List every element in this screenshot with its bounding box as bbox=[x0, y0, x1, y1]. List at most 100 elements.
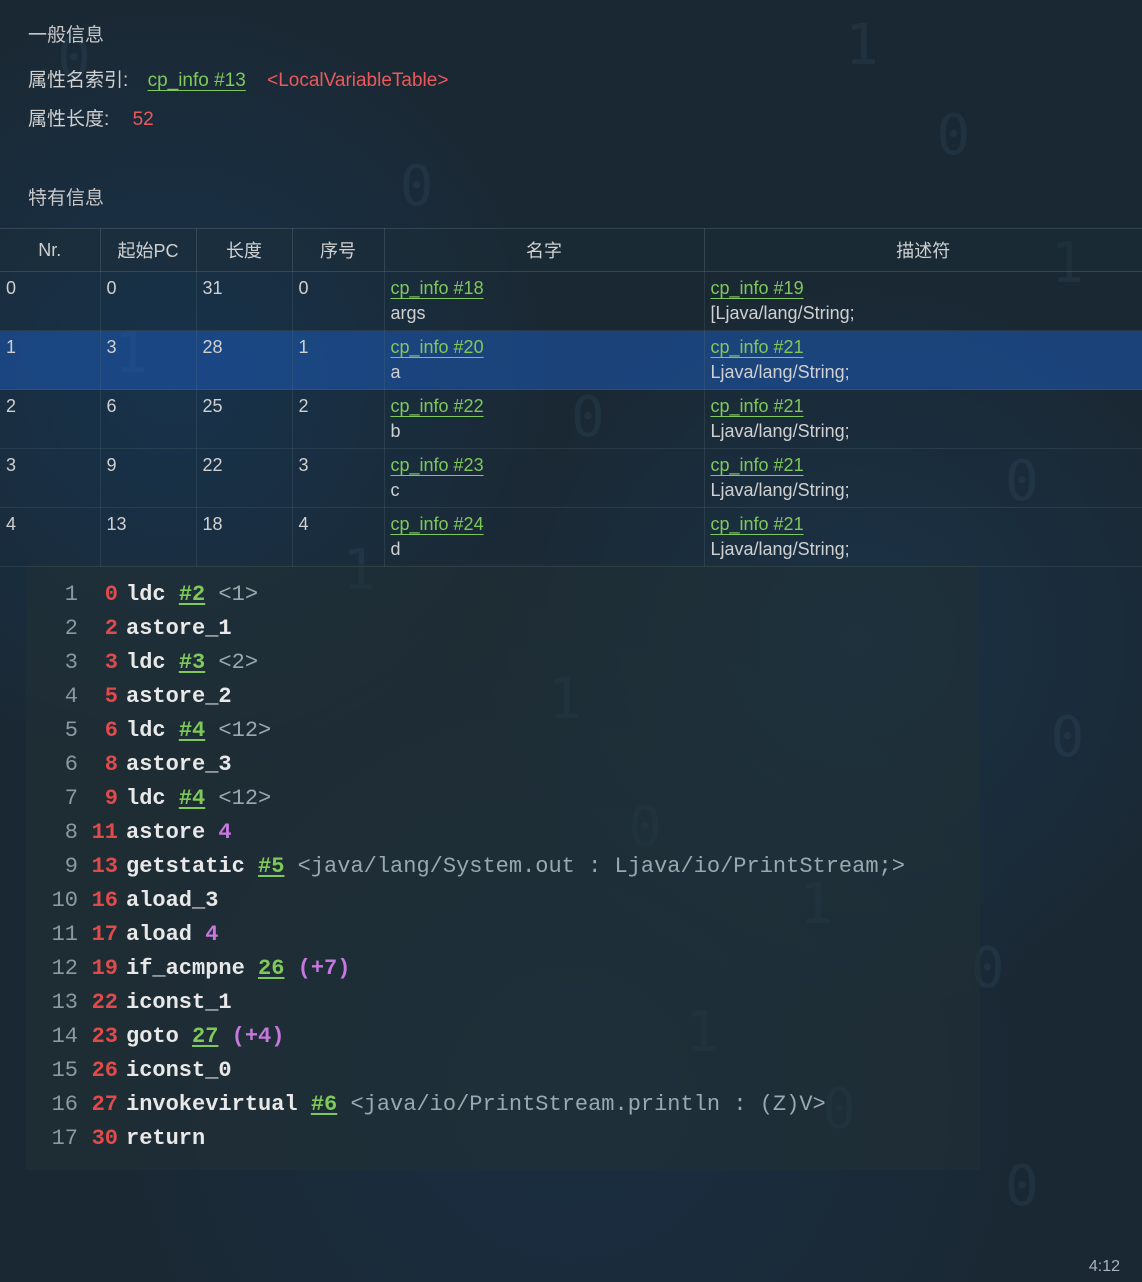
pc-offset: 5 bbox=[88, 680, 118, 714]
pc-offset: 2 bbox=[88, 612, 118, 646]
line-number: 15 bbox=[44, 1054, 78, 1088]
cp-link[interactable]: cp_info #22 bbox=[391, 396, 698, 417]
opcode: return bbox=[126, 1126, 205, 1151]
bytecode-line[interactable]: 12 19 if_acmpne 26 (+7) bbox=[44, 952, 962, 986]
opcode: astore_1 bbox=[126, 616, 232, 641]
cp-link[interactable]: cp_info #21 bbox=[711, 514, 1137, 535]
comment: <12> bbox=[218, 718, 271, 743]
pc-offset: 19 bbox=[88, 952, 118, 986]
table-row[interactable]: 13281cp_info #20acp_info #21Ljava/lang/S… bbox=[0, 331, 1142, 390]
bytecode-line[interactable]: 913getstatic #5 <java/lang/System.out : … bbox=[44, 850, 962, 884]
bytecode-line[interactable]: 14 23 goto 27 (+4) bbox=[44, 1020, 962, 1054]
pc-offset: 9 bbox=[88, 782, 118, 816]
cp-link[interactable]: cp_info #21 bbox=[711, 337, 1137, 358]
line-number: 17 bbox=[44, 1122, 78, 1156]
line-number: 12 bbox=[44, 952, 78, 986]
bytecode-line[interactable]: 17 30 return bbox=[44, 1122, 962, 1156]
operand: 4 bbox=[218, 820, 231, 845]
line-number: 14 bbox=[44, 1020, 78, 1054]
cp-link[interactable]: cp_info #20 bbox=[391, 337, 698, 358]
opcode: goto bbox=[126, 1024, 179, 1049]
operand: (+7) bbox=[298, 956, 351, 981]
operand: 4 bbox=[205, 922, 218, 947]
line-number: 2 bbox=[44, 612, 78, 646]
cp-ref[interactable]: #5 bbox=[258, 854, 284, 879]
col-header-length[interactable]: 长度 bbox=[196, 229, 292, 272]
line-number: 6 bbox=[44, 748, 78, 782]
bytecode-panel[interactable]: 10ldc #2 <1>22astore_133ldc #3 <2>45asto… bbox=[26, 564, 980, 1170]
operand: (+4) bbox=[232, 1024, 285, 1049]
cp-ref[interactable]: #2 bbox=[179, 582, 205, 607]
cp-link[interactable]: cp_info #18 bbox=[391, 278, 698, 299]
bytecode-line[interactable]: 22 astore_1 bbox=[44, 612, 962, 646]
attr-length-label: 属性长度: bbox=[28, 109, 109, 130]
bytecode-line[interactable]: 1526iconst_0 bbox=[44, 1054, 962, 1088]
cp-ref[interactable]: #4 bbox=[179, 786, 205, 811]
pc-offset: 0 bbox=[88, 578, 118, 612]
table-header-row: Nr. 起始PC 长度 序号 名字 描述符 bbox=[0, 229, 1142, 272]
cp-link[interactable]: cp_info #21 bbox=[711, 396, 1137, 417]
col-header-name[interactable]: 名字 bbox=[384, 229, 704, 272]
bytecode-line[interactable]: 11 17 aload 4 bbox=[44, 918, 962, 952]
table-row[interactable]: 39223cp_info #23ccp_info #21Ljava/lang/S… bbox=[0, 449, 1142, 508]
cp-link[interactable]: cp_info #23 bbox=[391, 455, 698, 476]
cp-ref[interactable]: #6 bbox=[311, 1092, 337, 1117]
cp-ref[interactable]: #3 bbox=[179, 650, 205, 675]
line-number: 7 bbox=[44, 782, 78, 816]
opcode: astore_3 bbox=[126, 752, 232, 777]
cp-link[interactable]: cp_info #21 bbox=[711, 455, 1137, 476]
bytecode-line[interactable]: 68 astore_3 bbox=[44, 748, 962, 782]
opcode: ldc bbox=[126, 650, 166, 675]
table-row[interactable]: 00310cp_info #18argscp_info #19[Ljava/la… bbox=[0, 272, 1142, 331]
opcode: iconst_0 bbox=[126, 1058, 232, 1083]
attr-name-index-link[interactable]: cp_info #13 bbox=[148, 70, 246, 91]
attr-name-tag: <LocalVariableTable> bbox=[267, 70, 448, 91]
general-info-title: 一般信息 bbox=[28, 20, 1114, 47]
pc-offset: 23 bbox=[88, 1020, 118, 1054]
opcode: astore_2 bbox=[126, 684, 232, 709]
cp-ref[interactable]: 27 bbox=[192, 1024, 218, 1049]
table-row[interactable]: 413184cp_info #24dcp_info #21Ljava/lang/… bbox=[0, 508, 1142, 567]
col-header-index[interactable]: 序号 bbox=[292, 229, 384, 272]
comment: <1> bbox=[218, 582, 258, 607]
cp-link[interactable]: cp_info #24 bbox=[391, 514, 698, 535]
comment: <java/lang/System.out : Ljava/io/PrintSt… bbox=[298, 854, 905, 879]
pc-offset: 30 bbox=[88, 1122, 118, 1156]
bytecode-line[interactable]: 10ldc #2 <1> bbox=[44, 578, 962, 612]
comment: <2> bbox=[218, 650, 258, 675]
opcode: ldc bbox=[126, 582, 166, 607]
bytecode-line[interactable]: 56ldc #4 <12> bbox=[44, 714, 962, 748]
opcode: if_acmpne bbox=[126, 956, 245, 981]
pc-offset: 22 bbox=[88, 986, 118, 1020]
opcode: astore bbox=[126, 820, 205, 845]
bytecode-line[interactable]: 33ldc #3 <2> bbox=[44, 646, 962, 680]
bytecode-line[interactable]: 13 22 iconst_1 bbox=[44, 986, 962, 1020]
opcode: aload bbox=[126, 922, 192, 947]
line-number: 16 bbox=[44, 1088, 78, 1122]
col-header-nr[interactable]: Nr. bbox=[0, 229, 100, 272]
line-number: 8 bbox=[44, 816, 78, 850]
col-header-startpc[interactable]: 起始PC bbox=[100, 229, 196, 272]
attr-length-row: 属性长度: 52 bbox=[28, 104, 1114, 131]
attr-name-index-label: 属性名索引: bbox=[28, 70, 128, 91]
cp-ref[interactable]: 26 bbox=[258, 956, 284, 981]
cp-link[interactable]: cp_info #19 bbox=[711, 278, 1137, 299]
specific-info-title: 特有信息 bbox=[28, 183, 1114, 210]
bytecode-line[interactable]: 811astore 4 bbox=[44, 816, 962, 850]
bytecode-line[interactable]: 79ldc #4 <12> bbox=[44, 782, 962, 816]
bytecode-line[interactable]: 45astore_2 bbox=[44, 680, 962, 714]
status-position: 4:12 bbox=[1067, 1252, 1142, 1282]
col-header-descriptor[interactable]: 描述符 bbox=[704, 229, 1142, 272]
line-number: 13 bbox=[44, 986, 78, 1020]
descriptor-value: [Ljava/lang/String; bbox=[711, 303, 1137, 324]
pc-offset: 17 bbox=[88, 918, 118, 952]
bytecode-line[interactable]: 1016aload_3 bbox=[44, 884, 962, 918]
line-number: 9 bbox=[44, 850, 78, 884]
opcode: iconst_1 bbox=[126, 990, 232, 1015]
table-row[interactable]: 26252cp_info #22bcp_info #21Ljava/lang/S… bbox=[0, 390, 1142, 449]
pc-offset: 8 bbox=[88, 748, 118, 782]
bytecode-line[interactable]: 1627invokevirtual #6 <java/io/PrintStrea… bbox=[44, 1088, 962, 1122]
name-value: a bbox=[391, 362, 698, 383]
line-number: 11 bbox=[44, 918, 78, 952]
cp-ref[interactable]: #4 bbox=[179, 718, 205, 743]
